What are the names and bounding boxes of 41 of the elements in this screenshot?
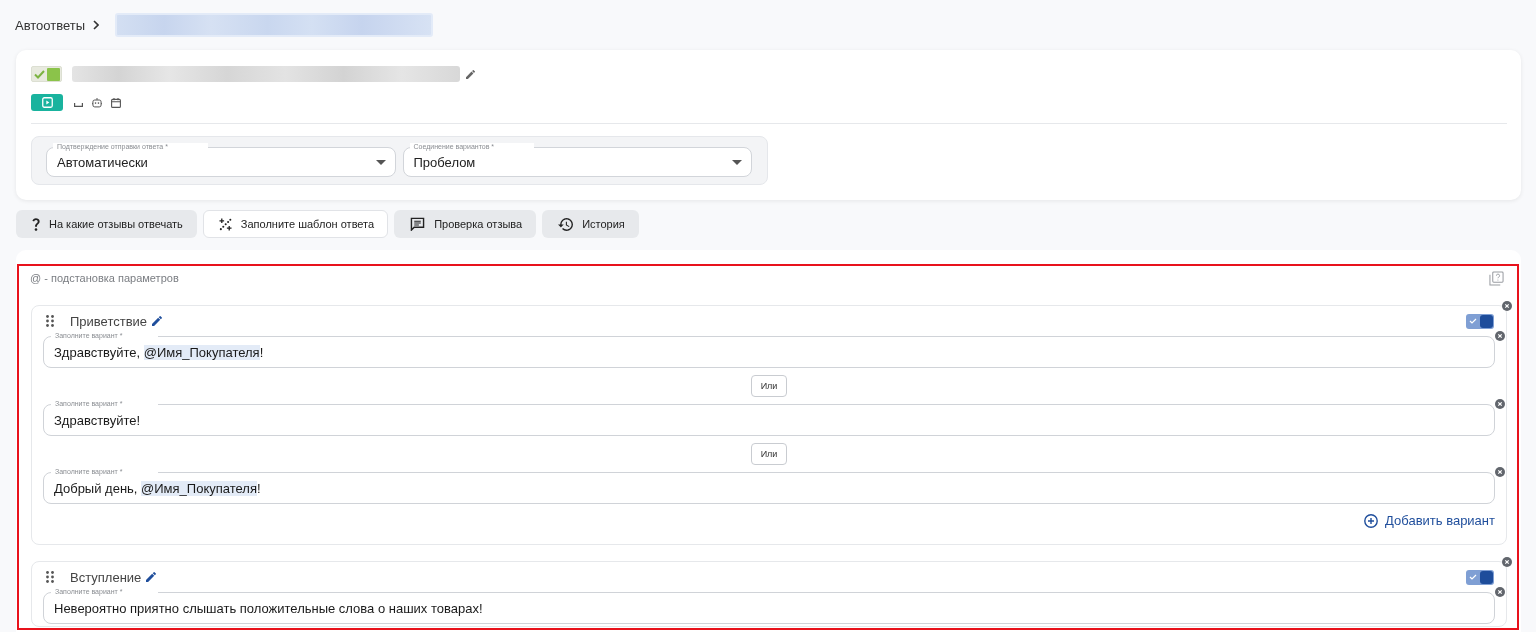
block-title: Приветствие xyxy=(70,313,148,329)
pencil-icon[interactable] xyxy=(152,316,163,326)
chevron-right-icon xyxy=(93,20,100,30)
or-button[interactable]: Или xyxy=(750,443,788,465)
history-icon xyxy=(558,217,574,231)
drag-handle-icon[interactable] xyxy=(46,315,54,327)
space-icon xyxy=(74,102,83,107)
close-icon[interactable] xyxy=(1502,301,1512,311)
close-icon[interactable] xyxy=(1495,467,1505,477)
plus-circle-icon xyxy=(1364,513,1379,528)
drag-handle-icon[interactable] xyxy=(46,571,54,583)
tab[interactable]: Проверка отзыва xyxy=(394,210,537,238)
check-icon xyxy=(34,69,45,79)
hint-text: @ - подстановка параметров xyxy=(30,272,179,284)
question-icon xyxy=(32,217,40,231)
tab[interactable]: История xyxy=(542,210,639,238)
caret-icon xyxy=(732,159,742,165)
or-button[interactable]: Или xyxy=(750,375,788,397)
block-title: Вступление xyxy=(70,569,142,585)
pencil-icon[interactable] xyxy=(466,69,475,79)
check-icon xyxy=(1469,574,1477,580)
toggle-switch[interactable] xyxy=(31,66,62,82)
tab[interactable]: Заполните шаблон ответа xyxy=(202,210,389,238)
comment-icon xyxy=(410,217,426,231)
caret-icon xyxy=(375,159,386,165)
play-button[interactable] xyxy=(31,94,63,111)
pencil-icon[interactable] xyxy=(146,572,157,582)
close-icon[interactable] xyxy=(1495,331,1505,341)
sparkle-icon xyxy=(218,217,232,231)
toggle-switch[interactable] xyxy=(1466,569,1494,585)
toggle-switch[interactable] xyxy=(1466,313,1494,329)
close-icon[interactable] xyxy=(1502,557,1512,567)
play-icon xyxy=(41,97,53,108)
close-icon[interactable] xyxy=(1495,587,1505,597)
check-icon xyxy=(1469,318,1477,324)
close-icon[interactable] xyxy=(1495,399,1505,409)
tab[interactable]: На какие отзывы отвечать xyxy=(16,210,197,238)
calendar-icon xyxy=(111,97,121,108)
add-variant-button[interactable]: Добавить вариант xyxy=(1364,513,1495,528)
robot-icon xyxy=(92,97,102,108)
breadcrumb-link[interactable]: Автоответы xyxy=(15,17,86,33)
